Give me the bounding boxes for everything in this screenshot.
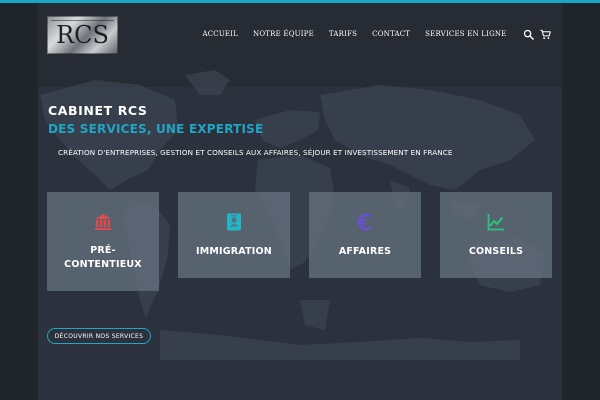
logo-text: RCS — [56, 21, 109, 49]
search-icon[interactable] — [523, 29, 534, 40]
passport-icon — [227, 213, 241, 231]
nav-item-accueil[interactable]: ACCUEIL — [195, 30, 246, 38]
card-label-line-2: CONTENTIEUX — [64, 259, 142, 270]
card-label-affaires: AFFAIRES — [338, 246, 392, 257]
discover-services-button[interactable]: DÉCOUVRIR NOS SERVICES — [47, 328, 151, 344]
card-label-line-1: PRÉ- — [90, 245, 116, 256]
site-logo[interactable]: RCS — [47, 16, 118, 54]
service-card-affaires[interactable]: AFFAIRES — [309, 192, 421, 278]
hero-subtitle: DES SERVICES, UNE EXPERTISE — [48, 122, 264, 136]
card-label-pre-contentieux: PRÉ- CONTENTIEUX — [47, 244, 159, 272]
nav-item-tarifs[interactable]: TARIFS — [321, 30, 364, 38]
shopping-cart-icon[interactable] — [540, 29, 551, 40]
card-label-conseils: CONSEILS — [468, 246, 524, 257]
logo-rule — [51, 20, 114, 21]
nav-item-services-en-ligne[interactable]: SERVICES EN LIGNE — [418, 30, 514, 38]
card-label-immigration: IMMIGRATION — [196, 246, 272, 257]
euro-icon — [357, 213, 372, 231]
main-nav: ACCUEIL NOTRE ÉQUIPE TARIFS CONTACT SERV… — [195, 30, 514, 38]
service-card-immigration[interactable]: IMMIGRATION — [178, 192, 290, 278]
hero-tagline: CRÉATION D'ENTREPRISES, GESTION ET CONSE… — [58, 148, 453, 157]
hero-title: CABINET RCS — [48, 103, 148, 118]
nav-item-contact[interactable]: CONTACT — [365, 30, 418, 38]
service-card-pre-contentieux[interactable]: PRÉ- CONTENTIEUX — [47, 192, 159, 291]
chart-line-icon — [487, 214, 504, 231]
service-card-conseils[interactable]: CONSEILS — [440, 192, 552, 278]
bank-icon — [95, 214, 111, 230]
left-gutter — [0, 3, 38, 400]
nav-item-notre-equipe[interactable]: NOTRE ÉQUIPE — [246, 30, 322, 38]
right-gutter — [562, 3, 600, 400]
